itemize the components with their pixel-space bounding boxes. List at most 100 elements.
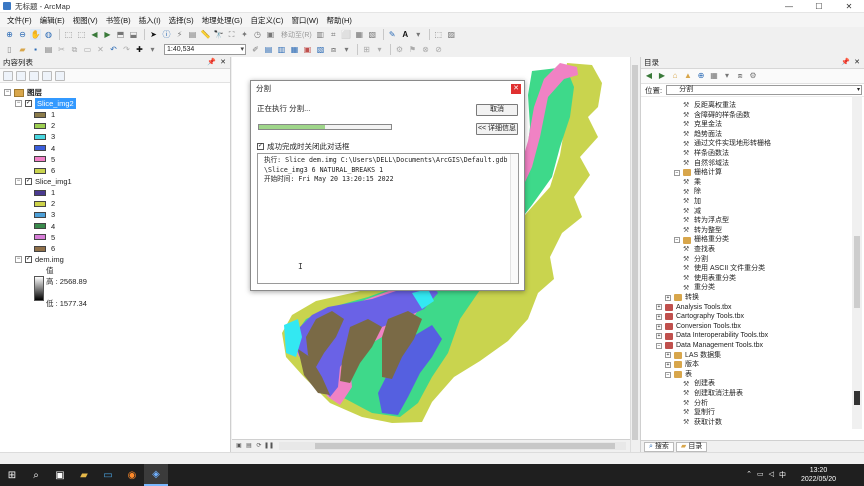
maximize-button[interactable]: ☐: [804, 2, 834, 11]
legend-class-row[interactable]: 3: [34, 209, 55, 220]
app-icon[interactable]: ▭: [96, 464, 120, 486]
legend-swatch[interactable]: [34, 156, 46, 163]
catalog-tool-item[interactable]: ⚒ 减: [683, 207, 701, 217]
legend-swatch[interactable]: [34, 223, 46, 230]
cut-icon[interactable]: ✂: [56, 44, 67, 55]
catalog-tool-item[interactable]: ⚒ 加: [683, 197, 701, 207]
input-language[interactable]: 中: [779, 470, 786, 480]
map-horizontal-scrollbar[interactable]: [279, 442, 626, 450]
catalog-tool-item[interactable]: ⚒ 趋势面法: [683, 130, 722, 140]
full-extent-icon[interactable]: ◍: [43, 29, 54, 40]
legend-class-row[interactable]: 2: [34, 198, 55, 209]
new-document-icon[interactable]: ▯: [4, 44, 15, 55]
firefox-icon[interactable]: ◉: [120, 464, 144, 486]
catalog-tool-item[interactable]: ⚒ 创建表: [683, 379, 715, 389]
zoom-in-icon[interactable]: ⊕: [4, 29, 15, 40]
draw-rect-icon[interactable]: ⬚: [433, 29, 444, 40]
select-elements-icon[interactable]: ➤: [148, 29, 159, 40]
layout-view-icon[interactable]: ▤: [245, 442, 253, 450]
catalog-tool-item[interactable]: ⚒ 使用表重分类: [683, 274, 736, 284]
paste-icon[interactable]: ▭: [82, 44, 93, 55]
open-icon[interactable]: ▰: [17, 44, 28, 55]
layers-root[interactable]: − 图层: [4, 87, 42, 98]
add-data-icon[interactable]: ✚: [134, 44, 145, 55]
layer-row[interactable]: − ✓ Slice_img1: [15, 176, 72, 187]
legend-class-row[interactable]: 5: [34, 154, 55, 165]
hyperlink-icon[interactable]: ⚡: [174, 29, 185, 40]
select-features-icon[interactable]: ⬒: [115, 29, 126, 40]
search-button[interactable]: ⌕: [24, 464, 48, 486]
expand-icon[interactable]: +: [656, 313, 662, 320]
tab-search[interactable]: ⌕ 搜索: [644, 441, 674, 452]
spatial-icon[interactable]: ⊗: [420, 44, 431, 55]
collapse-icon[interactable]: −: [665, 371, 671, 378]
catalog-toolset-item[interactable]: + 版本: [665, 360, 699, 370]
layer-name[interactable]: dem.img: [35, 254, 64, 265]
find-icon[interactable]: 🔭: [213, 29, 224, 40]
catalog-toolbox-item[interactable]: + Data Interoperability Tools.tbx: [656, 331, 768, 341]
legend-class-row[interactable]: 5: [34, 232, 55, 243]
catalog-toolset-item[interactable]: − 栅格重分类: [674, 235, 729, 245]
legend-swatch[interactable]: [34, 111, 46, 118]
close-icon[interactable]: ✕: [220, 57, 226, 69]
catalog-toolset-item[interactable]: − 栅格计算: [674, 168, 722, 178]
legend-swatch[interactable]: [34, 234, 46, 241]
expand-icon[interactable]: +: [656, 323, 662, 330]
layer-name[interactable]: Slice_img1: [35, 176, 72, 187]
details-button[interactable]: << 详细信息: [476, 123, 518, 135]
collapse-icon[interactable]: −: [674, 169, 680, 176]
legend-swatch[interactable]: [34, 189, 46, 196]
close-on-success-row[interactable]: ✓ 成功完成时关闭此对话框: [257, 141, 350, 152]
menu-customize[interactable]: 自定义(C): [247, 15, 288, 26]
collapse-icon[interactable]: −: [4, 89, 11, 96]
pin-icon[interactable]: 📌: [841, 57, 850, 69]
catalog-toolset-item[interactable]: + 转换: [665, 293, 699, 303]
edit-vertices-icon[interactable]: ⌗: [328, 29, 339, 40]
legend-class-row[interactable]: 3: [34, 131, 55, 142]
legend-class-row[interactable]: 4: [34, 143, 55, 154]
undo-icon[interactable]: ↶: [108, 44, 119, 55]
forward-extent-icon[interactable]: ▶: [102, 29, 113, 40]
dialog-close-button[interactable]: ✕: [511, 84, 521, 94]
arcmap-taskbar-icon[interactable]: ◈: [144, 464, 168, 486]
fixed-zoom-in-icon[interactable]: ⬚: [63, 29, 74, 40]
arctoolbox-icon[interactable]: ▣: [302, 44, 313, 55]
html-popup-icon[interactable]: ▤: [187, 29, 198, 40]
collapse-icon[interactable]: −: [15, 178, 22, 185]
tab-catalog[interactable]: ▰ 目录: [675, 441, 708, 452]
catalog-tool-item[interactable]: ⚒ 复制行: [683, 408, 715, 418]
start-button[interactable]: ⊞: [0, 464, 24, 486]
catalog-toolbox-item[interactable]: + Conversion Tools.tbx: [656, 322, 741, 332]
catalog-options-icon[interactable]: ⚙: [748, 71, 758, 81]
minimize-button[interactable]: —: [774, 2, 804, 11]
expand-icon[interactable]: +: [665, 361, 671, 368]
volume-icon[interactable]: ◁: [769, 470, 774, 480]
layer-name[interactable]: Slice_img2: [35, 98, 76, 109]
catalog-tool-item[interactable]: ⚒ 乘: [683, 178, 701, 188]
back-extent-icon[interactable]: ◀: [89, 29, 100, 40]
layer-visibility-checkbox[interactable]: ✓: [25, 178, 32, 185]
toolbar-dropdown-icon[interactable]: ▾: [341, 44, 352, 55]
legend-class-row[interactable]: 4: [34, 221, 55, 232]
catalog-tool-item[interactable]: ⚒ 通过文件实现地形转栅格: [683, 139, 771, 149]
catalog-tool-item[interactable]: ⚒ 样条函数法: [683, 149, 729, 159]
forward-icon[interactable]: ▶: [657, 71, 667, 81]
python-window-icon[interactable]: ▧: [315, 44, 326, 55]
toggle-contents-icon[interactable]: ⧈: [735, 71, 745, 81]
geocode-icon[interactable]: ⚑: [407, 44, 418, 55]
map-scale-select[interactable]: 1:40,534: [164, 44, 246, 55]
catalog-tool-item[interactable]: ⚒ 使用 ASCII 文件重分类: [683, 264, 765, 274]
catalog-tool-item[interactable]: ⚒ 克里金法: [683, 120, 722, 130]
collapse-icon[interactable]: −: [15, 100, 22, 107]
catalog-tool-item[interactable]: ⚒ 查找表: [683, 245, 715, 255]
go-to-xy-icon[interactable]: ✦: [239, 29, 250, 40]
list-by-selection-icon[interactable]: [42, 70, 52, 81]
pin-icon[interactable]: 📌: [207, 57, 216, 69]
legend-class-row[interactable]: 1: [34, 187, 55, 198]
catalog-toolset-item[interactable]: + LAS 数据集: [665, 351, 721, 361]
catalog-tool-item[interactable]: ⚒ 自然邻域法: [683, 159, 729, 169]
menu-windows[interactable]: 窗口(W): [287, 15, 322, 26]
chevron-up-icon[interactable]: ⌃: [746, 470, 752, 480]
layer-row[interactable]: − ✓ Slice_img2: [15, 98, 76, 109]
table-icon[interactable]: ▦: [354, 29, 365, 40]
